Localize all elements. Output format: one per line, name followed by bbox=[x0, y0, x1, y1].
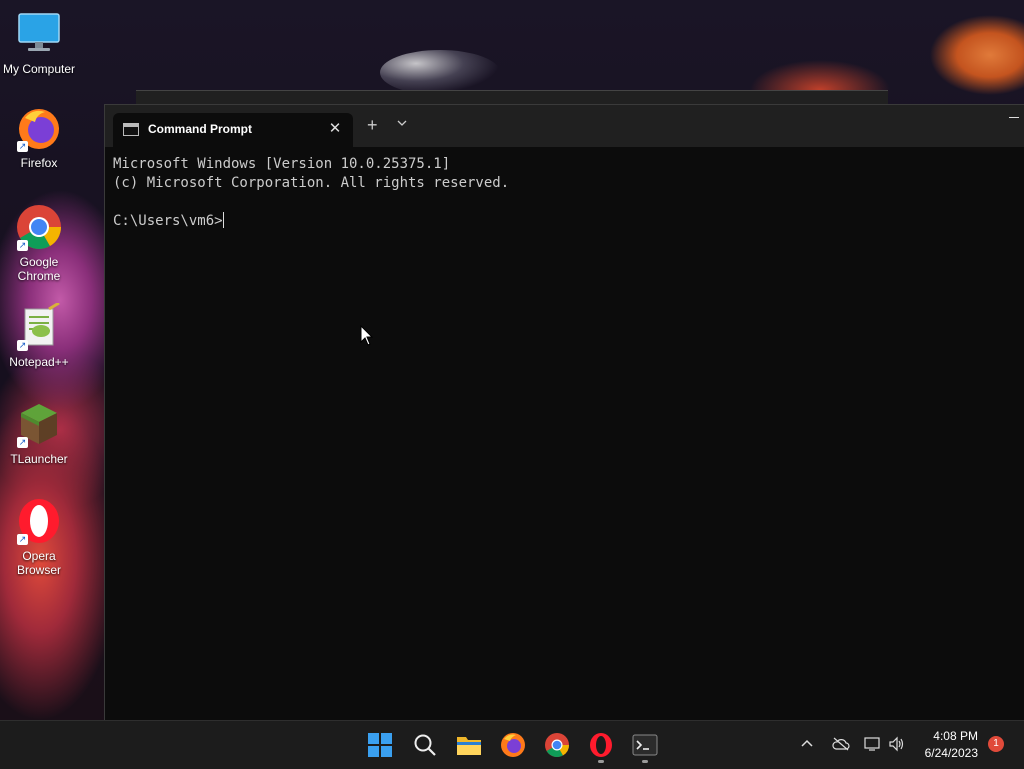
opera-taskbar-button[interactable] bbox=[587, 731, 615, 759]
running-indicator bbox=[642, 760, 648, 763]
firefox-taskbar-button[interactable] bbox=[499, 731, 527, 759]
desktop-icon-label: Opera Browser bbox=[16, 549, 61, 577]
desktop-icon-notepad-plus-plus[interactable]: ↗ Notepad++ bbox=[0, 301, 78, 369]
wallpaper-bubble bbox=[380, 50, 500, 95]
grass-block-icon: ↗ bbox=[15, 400, 63, 448]
command-prompt-icon bbox=[123, 123, 139, 136]
tray-overflow-button[interactable] bbox=[801, 734, 813, 750]
desktop-icon-google-chrome[interactable]: ↗ Google Chrome bbox=[0, 203, 78, 283]
onedrive-offline-icon[interactable] bbox=[832, 737, 850, 756]
shortcut-arrow-icon: ↗ bbox=[17, 340, 28, 351]
minimize-button[interactable] bbox=[1009, 117, 1019, 118]
terminal-icon bbox=[632, 734, 658, 756]
text-cursor bbox=[222, 212, 224, 228]
opera-icon: ↗ bbox=[15, 497, 63, 545]
terminal-taskbar-button[interactable] bbox=[631, 731, 659, 759]
tab-command-prompt[interactable]: Command Prompt ✕ bbox=[113, 113, 353, 147]
desktop-icon-firefox[interactable]: ↗ Firefox bbox=[0, 104, 78, 170]
shortcut-arrow-icon: ↗ bbox=[17, 534, 28, 545]
search-button[interactable] bbox=[411, 731, 439, 759]
shortcut-arrow-icon: ↗ bbox=[17, 240, 28, 251]
start-button[interactable] bbox=[366, 731, 394, 759]
desktop-icon-opera-browser[interactable]: ↗ Opera Browser bbox=[0, 497, 78, 577]
desktop-icon-label: TLauncher bbox=[10, 452, 68, 466]
shortcut-arrow-icon: ↗ bbox=[17, 437, 28, 448]
firefox-icon: ↗ bbox=[15, 104, 63, 152]
tab-close-button[interactable]: ✕ bbox=[327, 119, 343, 137]
mouse-pointer-icon bbox=[360, 324, 374, 352]
console-line: Microsoft Windows [Version 10.0.25375.1] bbox=[113, 156, 451, 172]
desktop-icon-label: Firefox bbox=[20, 156, 58, 170]
desktop-icon-my-computer[interactable]: My Computer bbox=[0, 10, 78, 76]
chrome-icon: ↗ bbox=[15, 203, 63, 251]
tab-dropdown-button[interactable] bbox=[397, 118, 407, 130]
file-explorer-button[interactable] bbox=[455, 731, 483, 759]
chevron-up-icon bbox=[801, 739, 813, 747]
desktop-icon-label: Notepad++ bbox=[9, 355, 69, 369]
taskbar: 4:08 PM 6/24/2023 1 bbox=[0, 720, 1024, 769]
volume-icon[interactable] bbox=[888, 736, 906, 757]
running-indicator bbox=[598, 760, 604, 763]
network-icon[interactable] bbox=[864, 736, 882, 757]
new-tab-button[interactable]: + bbox=[367, 116, 378, 134]
clock-time[interactable]: 4:08 PM bbox=[920, 729, 978, 743]
desktop-icon-label: Google Chrome bbox=[17, 255, 61, 283]
search-icon bbox=[414, 734, 436, 756]
console-line: (c) Microsoft Corporation. All rights re… bbox=[113, 175, 510, 191]
shortcut-arrow-icon: ↗ bbox=[17, 141, 28, 152]
file-explorer-icon bbox=[457, 737, 481, 755]
opera-icon bbox=[590, 733, 612, 757]
tab-title: Command Prompt bbox=[148, 122, 253, 136]
start-icon bbox=[368, 733, 392, 757]
chevron-down-icon bbox=[397, 120, 407, 126]
notepad-plus-plus-icon: ↗ bbox=[15, 301, 63, 351]
chrome-icon bbox=[545, 733, 569, 758]
firefox-icon bbox=[501, 733, 525, 757]
monitor-icon bbox=[15, 10, 63, 58]
desktop-icon-tlauncher[interactable]: ↗ TLauncher bbox=[0, 400, 78, 466]
console-output[interactable]: Microsoft Windows [Version 10.0.25375.1]… bbox=[113, 155, 509, 231]
chrome-taskbar-button[interactable] bbox=[543, 731, 571, 759]
terminal-tab-bar: Command Prompt ✕ + bbox=[105, 105, 1024, 147]
console-prompt-line: C:\Users\vm6> bbox=[113, 212, 509, 231]
console-prompt: C:\Users\vm6> bbox=[113, 213, 223, 229]
notification-badge[interactable]: 1 bbox=[988, 736, 1004, 752]
terminal-window[interactable]: Command Prompt ✕ + Microsoft Windows [Ve… bbox=[104, 104, 1024, 720]
clock-date[interactable]: 6/24/2023 bbox=[912, 746, 978, 760]
desktop: My Computer ↗ Firefox ↗ Google Chrome ↗ … bbox=[0, 0, 1024, 720]
desktop-icon-label: My Computer bbox=[2, 62, 76, 76]
